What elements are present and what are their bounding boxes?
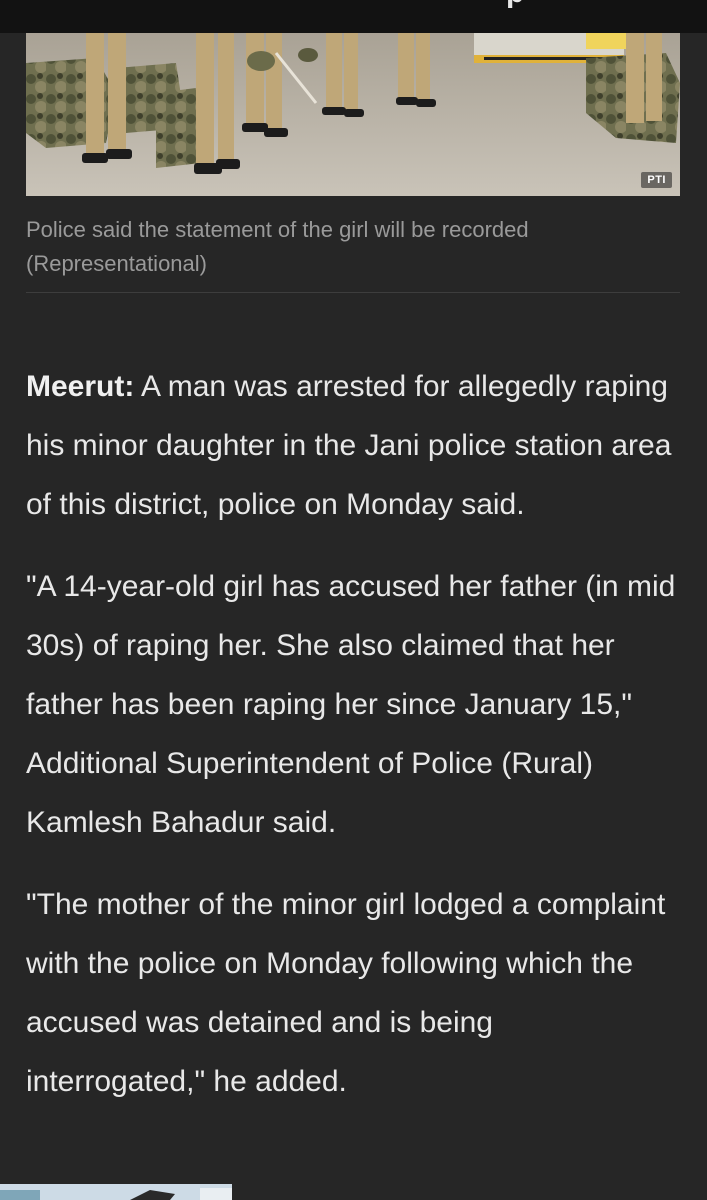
thumbnail-illustration xyxy=(0,1184,232,1200)
caption-divider xyxy=(26,292,680,293)
photo-caption: Police said the statement of the girl wi… xyxy=(26,217,529,276)
article-paragraph: "The mother of the minor girl lodged a c… xyxy=(26,888,666,1098)
top-bar: p xyxy=(0,0,707,33)
next-image-thumbnail[interactable] xyxy=(0,1184,232,1200)
truncated-header-text: p xyxy=(506,0,524,8)
article-body: Meerut: A man was arrested for allegedly… xyxy=(26,357,676,1134)
article-lead-paragraph: Meerut: A man was arrested for allegedly… xyxy=(26,357,676,534)
article-dateline: Meerut: xyxy=(26,370,135,403)
photo-credit-badge: PTI xyxy=(641,172,672,188)
article-paragraph: "A 14-year-old girl has accused her fath… xyxy=(26,570,676,839)
article-photo[interactable]: PTI xyxy=(26,33,680,196)
photo-illustration xyxy=(26,33,680,196)
